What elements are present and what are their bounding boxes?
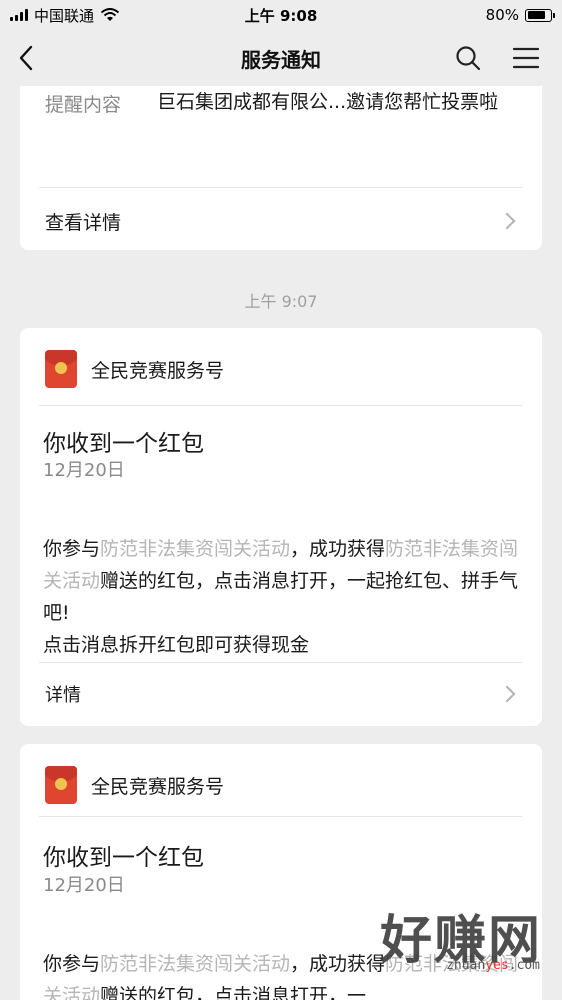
chevron-right-icon: [498, 212, 516, 230]
sender-name: 全民竞赛服务号: [91, 359, 225, 382]
divider: [39, 187, 522, 188]
red-packet-icon: [45, 350, 77, 388]
nav-bar: 服务通知: [0, 30, 562, 86]
notice-key: 提醒内容: [45, 94, 122, 116]
sender-name: 全民竞赛服务号: [91, 775, 225, 798]
message-date: 12月20日: [43, 460, 125, 481]
red-packet-icon: [45, 766, 77, 804]
divider: [39, 405, 522, 406]
watermark-domain: zhuanyes.com: [446, 958, 540, 973]
notice-value: 巨石集团成都有限公...邀请您帮忙投票啦: [157, 91, 499, 113]
message-title: 你收到一个红包: [43, 431, 204, 457]
activity-link: 防范非法集资闯关活动: [100, 538, 291, 560]
message-date: 12月20日: [43, 875, 125, 896]
body-text: 点击消息拆开红包即可获得现金: [43, 634, 310, 656]
carrier-label: 中国联通: [34, 6, 95, 25]
page-title: 服务通知: [241, 47, 321, 72]
search-icon[interactable]: [454, 44, 482, 72]
detail-row[interactable]: 详情: [45, 668, 517, 720]
message-list[interactable]: 提醒内容 巨石集团成都有限公...邀请您帮忙投票啦 查看详情 上午 9:07 全…: [0, 86, 562, 1000]
status-bar: 中国联通 上午 9:08 80%: [0, 0, 562, 30]
status-left: 中国联通: [10, 5, 120, 26]
message-title: 你收到一个红包: [43, 845, 204, 871]
redpacket-card[interactable]: 全民竞赛服务号 你收到一个红包 12月20日 你参与防范非法集资闯关活动，成功获…: [20, 328, 542, 726]
view-detail-label: 查看详情: [45, 211, 122, 234]
sender-row: 全民竞赛服务号: [45, 350, 224, 388]
menu-icon[interactable]: [512, 46, 540, 70]
battery-icon: [525, 8, 555, 22]
wifi-icon: [100, 8, 120, 21]
battery-fill: [527, 11, 546, 19]
body-text: 赠送的红包，点击消息打开，一起抢红包、拼手气吧!: [43, 570, 519, 624]
body-text: 赠送的红包，点击消息打开，一: [100, 985, 367, 1000]
view-detail-row[interactable]: 查看详情: [45, 192, 517, 250]
back-chevron-icon[interactable]: [18, 44, 42, 72]
body-text: 你参与: [43, 953, 101, 975]
watermark-logo: 好赚网 zhuanyes.com: [344, 898, 544, 988]
activity-link: 防范非法集资闯关活动: [100, 953, 291, 975]
detail-label: 详情: [45, 685, 81, 706]
message-body: 你参与防范非法集资闯关活动，成功获得防范非法集资闯关活动赠送的红包，点击消息打开…: [43, 533, 521, 661]
time-separator: 上午 9:07: [244, 292, 318, 311]
status-right: 80%: [485, 6, 555, 24]
body-text: ，成功获得: [290, 538, 386, 560]
divider: [39, 662, 522, 663]
chevron-right-icon: [498, 685, 516, 703]
signal-icon: [10, 9, 28, 21]
notice-row: 提醒内容 巨石集团成都有限公...邀请您帮忙投票啦: [45, 90, 517, 117]
sender-row: 全民竞赛服务号: [45, 766, 224, 804]
battery-percent: 80%: [485, 6, 519, 24]
divider: [39, 816, 522, 817]
body-text: 你参与: [43, 538, 101, 560]
notice-card[interactable]: 提醒内容 巨石集团成都有限公...邀请您帮忙投票啦 查看详情: [20, 86, 542, 250]
